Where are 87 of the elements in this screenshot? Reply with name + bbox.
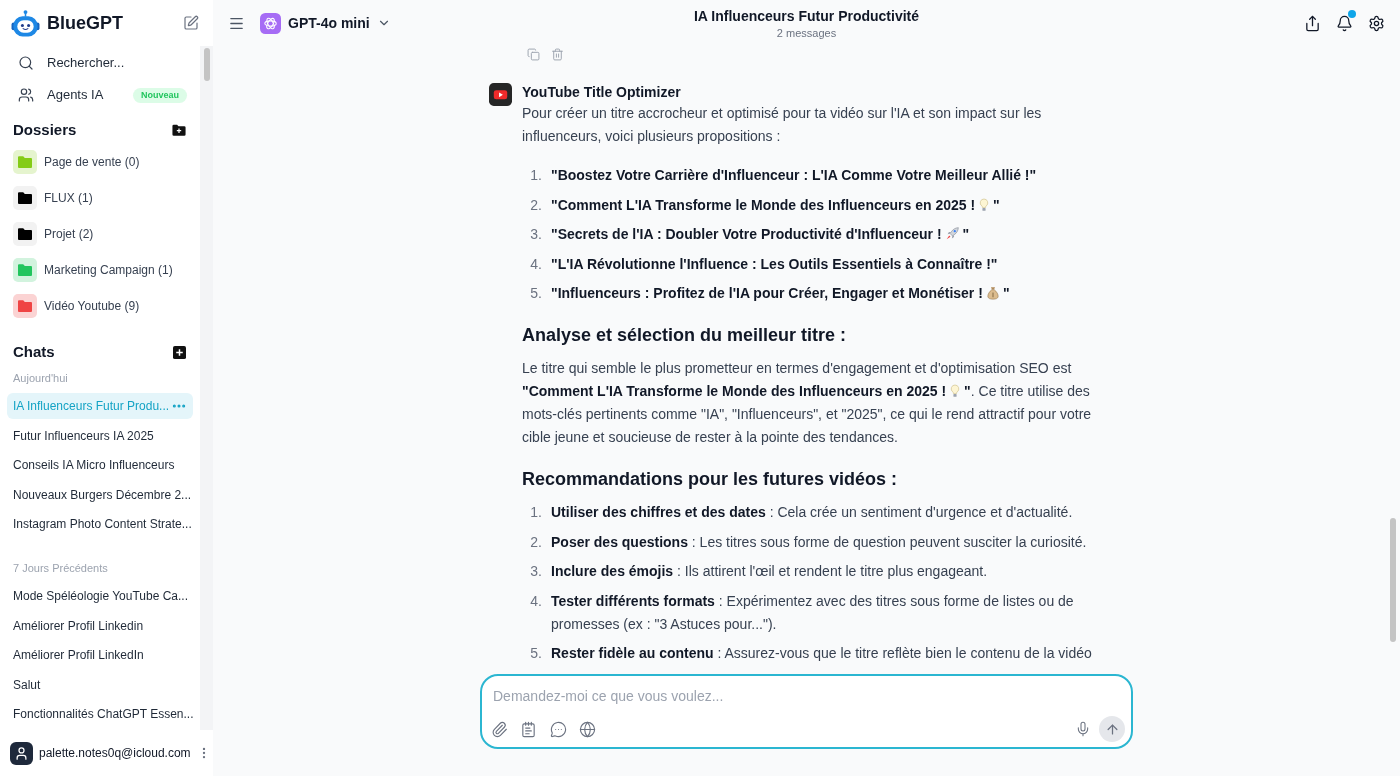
message-paragraph: Le titre qui semble le plus prometteur en termes d'engagement et d'optimisation SEO est "Comment L'IA Transforme le Monde des Influenceurs en 2025 ! ". Ce titre utilise des mots-clés pertinents comme "IA", "Influenceurs", et "2025", ce qui le rend attractif pour votre cible jeune et soucieuse de rester à la pointe des tendances. [522,359,1093,447]
microphone-icon [1075,721,1091,737]
list-number: 1. [529,166,542,185]
nav-item[interactable]: Agents IA Nouveau [7,79,193,111]
title-suggestion: "L'IA Révolutionne l'Influence : Les Outils Essentiels à Connaître !" [551,255,998,272]
list-number: 4. [529,254,542,274]
list-number: 5. [529,284,542,303]
list-number: 2. [529,195,542,215]
quote-mark: " [962,226,970,242]
chat-item[interactable]: Conseils IA Micro Influenceurs [7,452,193,478]
recommendation-text: Rester fidèle au contenu : Assurez-vous que le titre reflète bien le contenu de la vidéo [550,644,1092,663]
model-logo-icon [260,12,281,34]
assistant-name: YouTube Title Optimizer [522,83,682,102]
chat-bubble-icon [549,720,567,738]
folder-item[interactable]: Page de vente (0) [0,144,200,180]
brand-name: BlueGPT [47,11,123,35]
list-number: 2. [529,532,542,552]
list-number: 1. [529,503,542,522]
nav-item[interactable]: Rechercher... [7,47,193,79]
recommendation-text: Poser des questions : Les titres sous forme de question peuvent susciter la curiosité. [550,532,1087,552]
copy-icon [527,47,540,61]
search-icon [18,55,34,71]
settings-icon [1368,14,1385,32]
scrollbar-thumb[interactable] [1390,518,1396,642]
message-paragraph: Pour créer un titre accrocheur et optimisé pour ta vidéo sur l'IA et son impact sur les influenceurs, voici plusieurs propositions : [522,104,1043,146]
chat-item[interactable]: Fonctionnalités ChatGPT Essen... [7,701,193,727]
paperclip-icon [490,720,508,738]
chat-item[interactable]: Améliorer Profil LinkedIn [7,642,193,668]
users-icon [18,87,34,103]
title-suggestion: "Secrets de l'IA : Doubler Votre Productivité d'Influenceur ! [551,226,942,242]
share-button[interactable] [1304,14,1321,32]
user-email: palette.notes0q@icloud.com [39,745,191,762]
model-selector[interactable]: GPT-4o mini [260,12,391,34]
video-play-avatar-icon [489,83,512,106]
plus-icon [173,345,186,359]
chat-item[interactable]: Salut [7,671,193,698]
recommendation-text: Utiliser des chiffres et des dates : Cela crée un sentiment d'urgence et d'actualité. [550,503,1073,522]
recommendation-text: Tester différents formats : Expérimentez avec des titres sous forme de listes ou de promesses (ex : "3 Astuces pour..."). [550,591,1075,634]
message-composer[interactable]: Demandez-moi ce que vous voulez... [480,674,1133,749]
settings-button[interactable] [1368,14,1385,32]
group-label: Aujourd'hui [12,371,69,386]
group-label: 7 Jours Précédents [12,561,109,576]
new-chat-plus-button[interactable] [173,345,186,359]
robot-logo-icon [11,9,40,37]
title-suggestion: "Boostez Votre Carrière d'Influenceur : L'IA Comme Votre Meilleur Allié !" [551,167,1037,183]
folder-plus-icon [172,124,186,136]
new-badge: Nouveau [133,87,187,103]
title-suggestion: "Comment L'IA Transforme le Monde des Influenceurs en 2025 ! [551,196,976,213]
section-heading: Recommandations pour les futures vidéos : [522,467,899,491]
chat-item[interactable]: Mode Spéléologie YouTube Ca... [7,583,193,609]
lightbulb-icon [979,197,990,212]
new-folder-button[interactable] [172,124,186,136]
new-chat-button[interactable] [182,14,200,32]
money-bag-icon [986,286,999,300]
bell-icon [1336,14,1353,32]
section-heading: Dossiers [13,119,77,140]
list-number: 3. [529,562,542,581]
message-input[interactable]: Demandez-moi ce que vous voulez... [493,686,1120,706]
scrollbar-thumb[interactable] [203,48,210,81]
list-number: 4. [529,591,542,611]
chat-item[interactable]: Améliorer Profil Linkedin [7,612,193,639]
list-number: 5. [529,644,542,663]
list-number: 3. [529,225,542,244]
chat-item[interactable]: Futur Influenceurs IA 2025 [7,422,193,449]
globe-icon [579,720,596,738]
edit-icon [183,15,199,31]
share-icon [1304,14,1321,32]
quote-mark: " [1002,285,1010,301]
chat-title: IA Influenceurs Futur Productivité [693,6,920,25]
section-heading: Chats [13,341,55,362]
folder-item[interactable]: FLUX (1) [0,180,200,216]
chat-item[interactable]: Nouveaux Burgers Décembre 2... [7,481,193,508]
notepad-icon [520,720,537,738]
lightbulb-icon [950,384,961,398]
folder-item[interactable]: Vidéo Youtube (9) [0,288,200,324]
folder-item[interactable]: Projet (2) [0,216,200,252]
section-heading: Analyse et sélection du meilleur titre : [522,323,848,347]
title-suggestion: "Influenceurs : Profitez de l'IA pour Créer, Engager et Monétiser ! [551,285,983,301]
folder-item[interactable]: Marketing Campaign (1) [0,252,200,288]
rocket-icon [945,227,959,240]
chat-item[interactable]: Instagram Photo Content Strate... [7,511,193,537]
trash-icon [551,47,564,61]
quote-mark: " [993,196,1000,213]
recommendation-text: Inclure des émojis : Ils attirent l'œil et rendent le titre plus engageant. [550,562,988,581]
message-count: 2 messages [776,25,837,40]
user-avatar-icon [10,741,33,765]
send-button[interactable] [1099,716,1125,742]
